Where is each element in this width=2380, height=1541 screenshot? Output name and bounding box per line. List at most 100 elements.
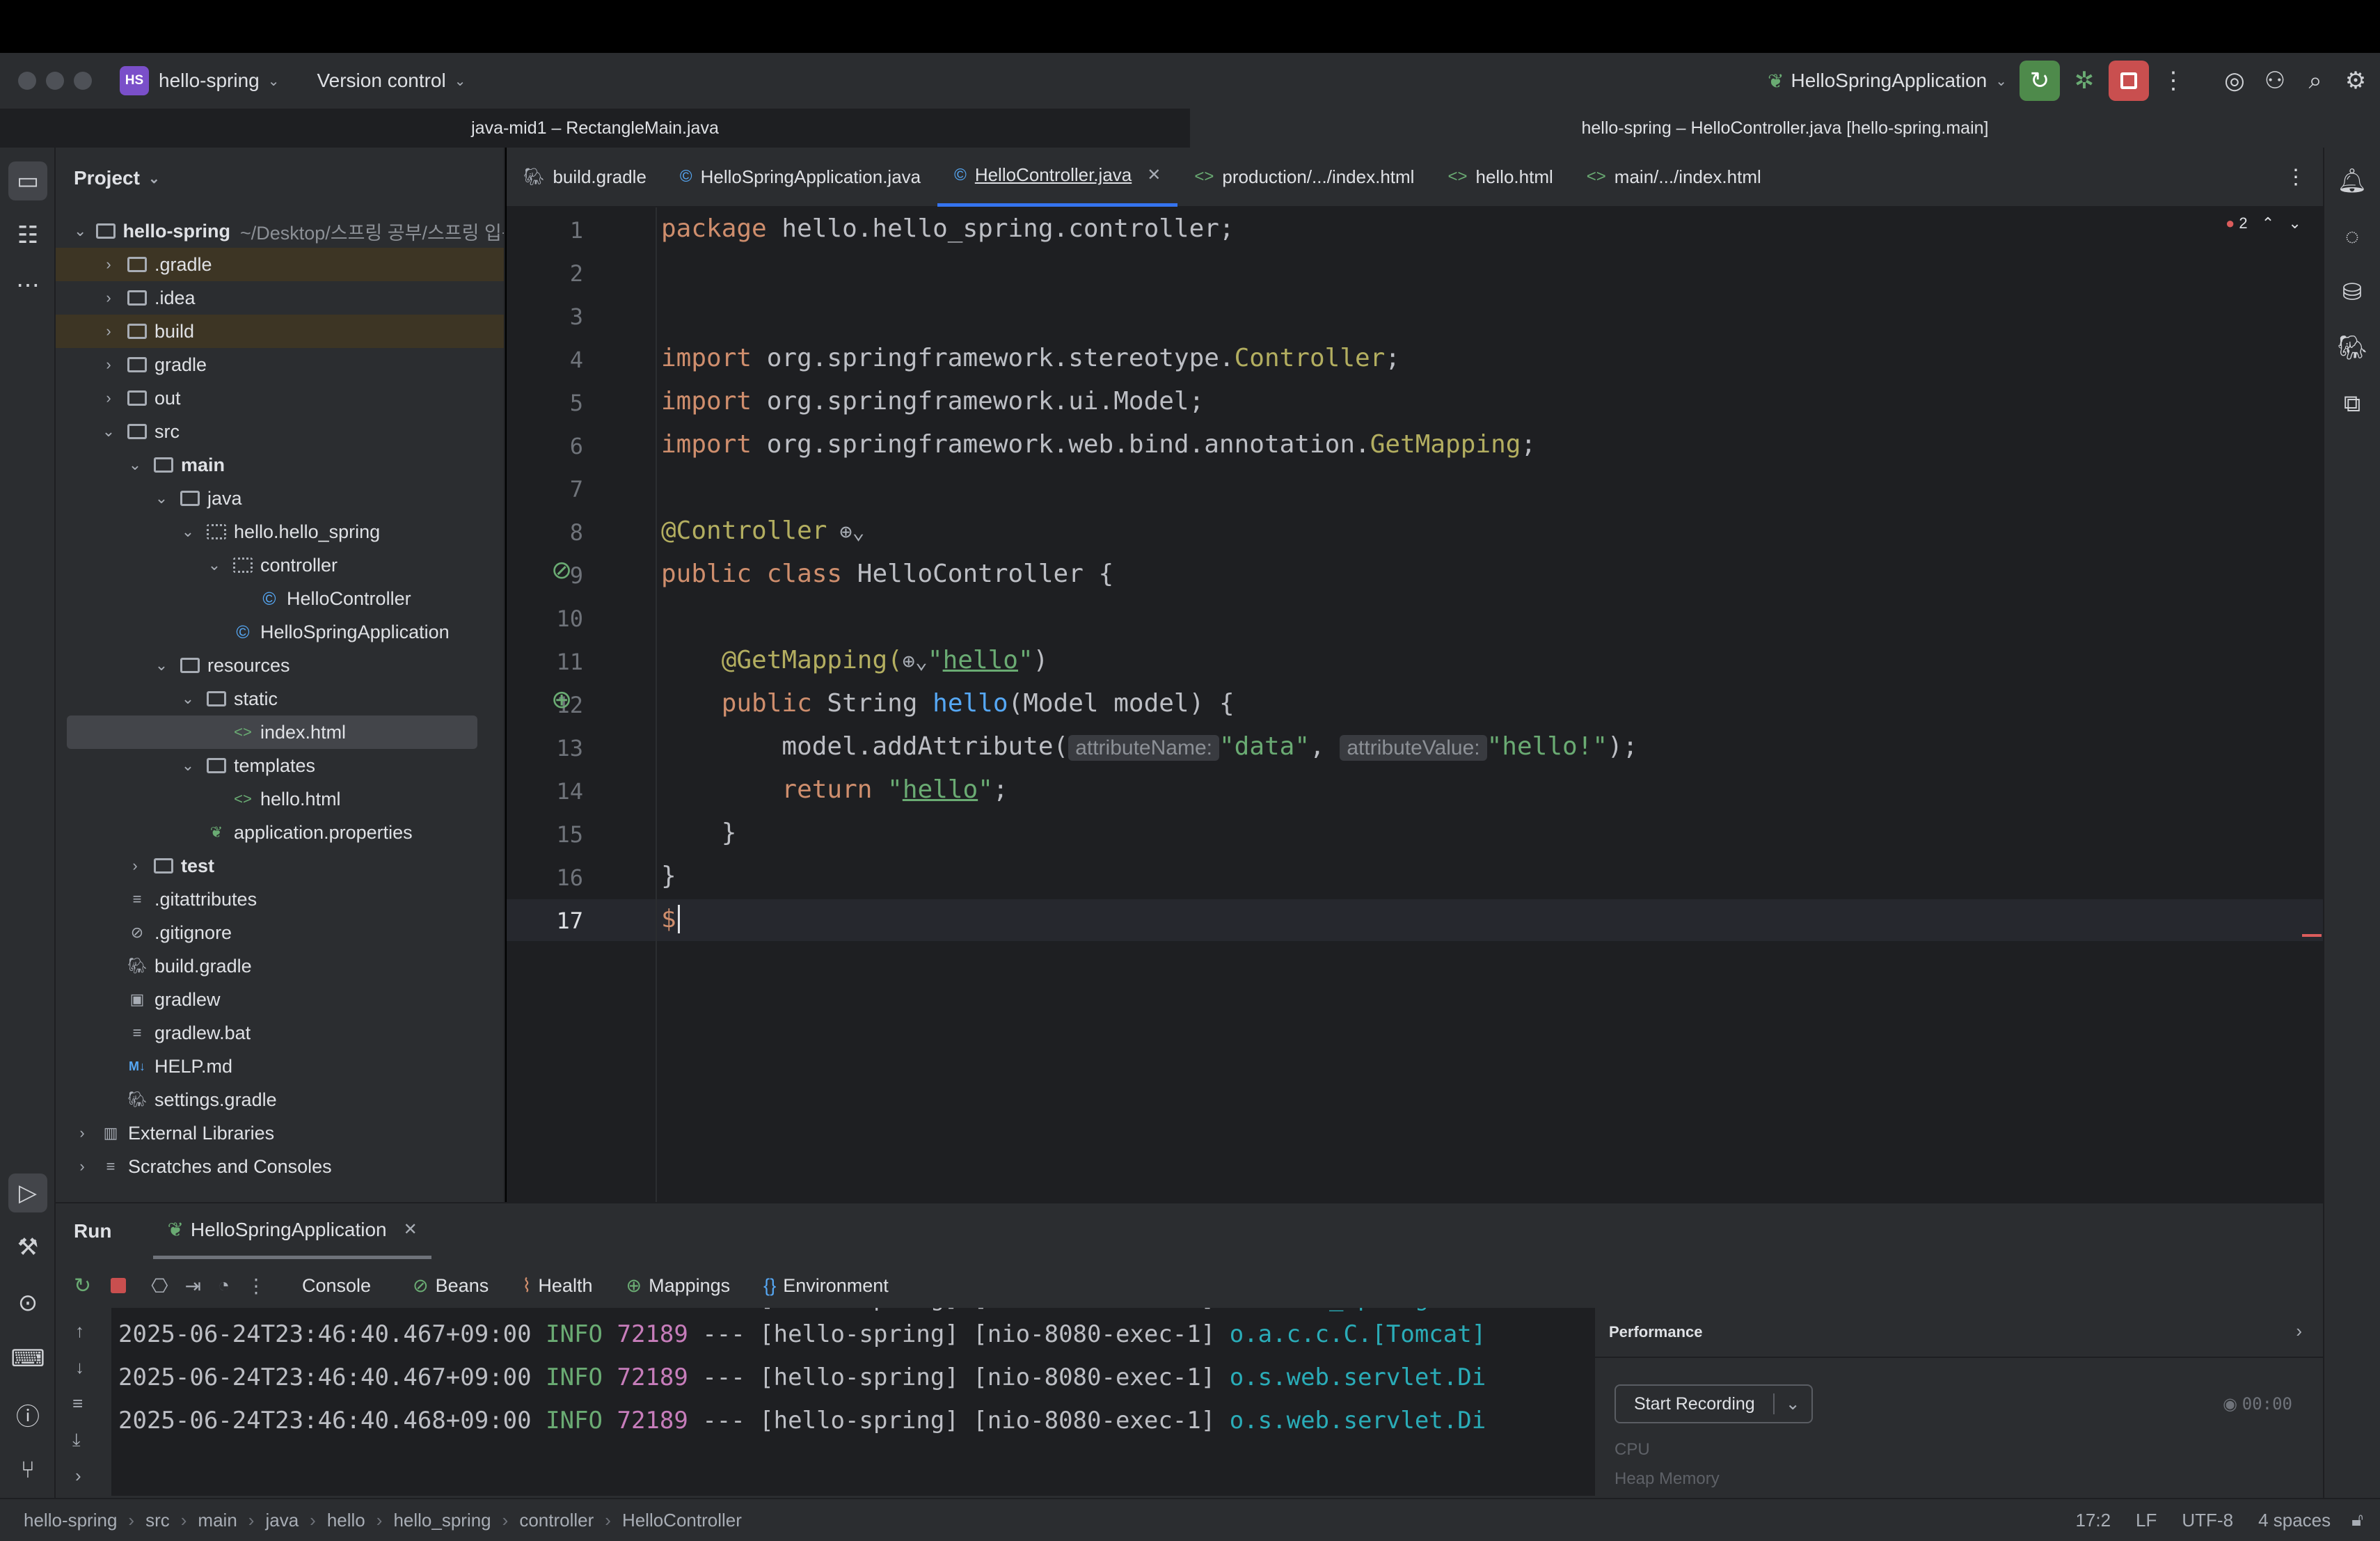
services-tool-icon[interactable]: ⊙ — [8, 1283, 47, 1322]
chevron-down-icon[interactable]: ⌄ — [1772, 1393, 1811, 1414]
chevron-right-icon[interactable]: › — [100, 356, 117, 374]
chevron-right-icon[interactable]: › — [100, 289, 117, 307]
tree-item[interactable]: › ▥ External Libraries — [56, 1116, 504, 1150]
breadcrumb-item[interactable]: java — [265, 1510, 299, 1531]
project-panel-header[interactable]: Project ⌄ — [56, 148, 504, 209]
tree-item[interactable]: M↓ HELP.md — [56, 1050, 504, 1083]
stop-button[interactable] — [2109, 61, 2149, 101]
tree-item[interactable]: › build — [56, 315, 504, 348]
soft-wrap-icon[interactable]: ≡ — [72, 1393, 83, 1414]
tab-beans[interactable]: Beans — [436, 1275, 489, 1297]
scroll-end-icon[interactable]: ⤓ — [72, 1429, 81, 1451]
tree-item[interactable]: ⌄ resources — [56, 649, 504, 682]
terminal-tool-icon[interactable]: ⌨ — [8, 1339, 47, 1378]
problems-indicator[interactable]: ● 2 ⌃ ⌄ — [2226, 214, 2301, 232]
breadcrumb-item[interactable]: hello — [327, 1510, 365, 1531]
project-tool-icon[interactable]: ▭ — [8, 161, 47, 200]
rerun-icon[interactable]: ↻ — [74, 1274, 91, 1298]
breadcrumb-item[interactable]: main — [198, 1510, 237, 1531]
tab-options-icon[interactable]: ⋮ — [2269, 147, 2323, 207]
tree-item[interactable]: › ≡ Scratches and Consoles — [56, 1150, 504, 1183]
chevron-right-icon[interactable]: › — [127, 857, 143, 875]
debug-button[interactable]: ✲ — [2064, 61, 2104, 101]
tree-item[interactable]: ≡ .gitattributes — [56, 883, 504, 916]
tree-item[interactable]: › .idea — [56, 281, 504, 315]
breadcrumb-item[interactable]: hello-spring — [24, 1510, 117, 1531]
tab-mappings[interactable]: Mappings — [649, 1275, 730, 1297]
close-tab-icon[interactable]: ✕ — [404, 1219, 418, 1240]
gradle-tool-icon[interactable]: 🐘︎ — [2333, 329, 2372, 368]
scroll-up-icon[interactable]: ↑ — [75, 1320, 84, 1342]
tree-item[interactable]: ⌄ controller — [56, 548, 504, 582]
tree-item[interactable]: ⌄ templates — [56, 749, 504, 782]
breadcrumb-item[interactable]: HelloController — [622, 1510, 742, 1531]
problems-tool-icon[interactable]: ⓘ — [8, 1395, 47, 1434]
settings-gear-icon[interactable]: ⚙ — [2335, 61, 2376, 101]
tree-item[interactable]: ⌄ java — [56, 482, 504, 515]
tree-item[interactable]: › .gradle — [56, 248, 504, 281]
rerun-button[interactable]: ↻ — [2020, 61, 2060, 101]
chevron-down-icon[interactable]: ⌄ — [180, 757, 196, 775]
tree-item[interactable]: ⌄ main — [56, 448, 504, 482]
tree-item[interactable]: ⌄ src — [56, 415, 504, 448]
editor-tab-build-gradle[interactable]: 🐘︎ build.gradle — [507, 147, 663, 207]
chevron-down-icon[interactable]: ⌄ — [127, 456, 143, 474]
line-separator[interactable]: LF — [2136, 1510, 2157, 1531]
chevron-right-icon[interactable]: › — [2296, 1320, 2302, 1342]
breadcrumb-item[interactable]: controller — [519, 1510, 594, 1531]
tree-item[interactable]: <> hello.html — [56, 782, 504, 816]
editor-tab-hellospringapplication[interactable]: © HelloSpringApplication.java — [663, 147, 937, 207]
chevron-right-icon[interactable]: › — [100, 322, 117, 340]
chevron-right-icon[interactable]: › — [74, 1124, 90, 1142]
chevron-down-icon[interactable]: ⌄ — [153, 656, 170, 674]
run-config-tab[interactable]: ❦ HelloSpringApplication ✕ — [153, 1203, 431, 1259]
add-user-icon[interactable]: ⚇ — [2255, 61, 2295, 101]
tree-root[interactable]: ⌄ hello-spring ~/Desktop/스프링 공부/스프링 입문 — [56, 214, 504, 248]
window-minimize-button[interactable] — [46, 72, 64, 90]
indent-setting[interactable]: 4 spaces — [2258, 1510, 2331, 1531]
notifications-bell-icon[interactable]: 🔔︎ — [2333, 161, 2372, 200]
expand-icon[interactable]: › — [75, 1465, 81, 1487]
lock-icon[interactable]: 🔓︎ — [2351, 1509, 2363, 1531]
tree-item[interactable]: ⌄ hello.hello_spring — [56, 515, 504, 548]
database-icon[interactable]: ⛁ — [2333, 273, 2372, 312]
breadcrumb-item[interactable]: hello_spring — [393, 1510, 491, 1531]
tree-item[interactable]: › test — [56, 849, 504, 883]
tree-item[interactable]: © HelloSpringApplication — [56, 615, 504, 649]
window-zoom-button[interactable] — [74, 72, 92, 90]
tree-item[interactable]: 🐘︎ build.gradle — [56, 949, 504, 983]
camera-icon[interactable]: ⎔ — [151, 1274, 168, 1297]
breadcrumb-item[interactable]: src — [145, 1510, 170, 1531]
window-close-button[interactable] — [18, 72, 36, 90]
chevron-down-icon[interactable]: ⌄ — [206, 556, 223, 574]
tree-item[interactable]: › gradle — [56, 348, 504, 381]
console-output[interactable]: 2025-06-24T23:46:39.664+09:00 INFO 72189… — [111, 1308, 1649, 1496]
spring-bean-gutter-icon[interactable]: ⊘ — [551, 555, 572, 585]
ai-chat-icon[interactable]: ◌ — [2333, 217, 2372, 256]
more-tools-icon[interactable]: ⋯ — [8, 266, 47, 305]
tree-item[interactable]: ❦ application.properties — [56, 816, 504, 849]
code-editor[interactable]: 1 2 3 4 5 6 7 8 9 10 11 12 13 14 15 16 17 ⊘ ⊕ ● 2 ⌃ ⌄ pa… — [507, 207, 2323, 1202]
exit-icon[interactable]: ⇥ — [185, 1274, 201, 1297]
tab-health[interactable]: Health — [538, 1275, 592, 1297]
chevron-right-icon[interactable]: › — [100, 389, 117, 407]
tree-item[interactable]: ▣ gradlew — [56, 983, 504, 1016]
chevron-up-icon[interactable]: ⌃ — [2262, 214, 2274, 232]
tree-item[interactable]: 🐘︎ settings.gradle — [56, 1083, 504, 1116]
vcs-selector[interactable]: Version control ⌄ — [317, 70, 466, 92]
chevron-down-icon[interactable]: ⌄ — [2288, 214, 2301, 232]
search-icon[interactable]: ⌕ — [2295, 61, 2335, 101]
scroll-down-icon[interactable]: ↓ — [75, 1357, 84, 1378]
tab-console[interactable]: Console — [302, 1275, 371, 1297]
dashboard-icon[interactable]: ◔ — [218, 1274, 230, 1297]
error-stripe-mark[interactable] — [2302, 934, 2322, 937]
structure-tool-icon[interactable]: ☷ — [8, 216, 47, 255]
run-tool-icon[interactable]: ▷ — [8, 1173, 47, 1212]
tree-item[interactable]: © HelloController — [56, 582, 504, 615]
editor-tab-production-index[interactable]: <> production/.../index.html — [1177, 147, 1431, 207]
window-tab-hello-spring[interactable]: hello-spring – HelloController.java [hel… — [1190, 109, 2380, 148]
chevron-down-icon[interactable]: ⌄ — [100, 422, 117, 441]
editor-tab-main-index[interactable]: <> main/.../index.html — [1570, 147, 1778, 207]
caret-position[interactable]: 17:2 — [2075, 1510, 2111, 1531]
file-encoding[interactable]: UTF-8 — [2182, 1510, 2233, 1531]
